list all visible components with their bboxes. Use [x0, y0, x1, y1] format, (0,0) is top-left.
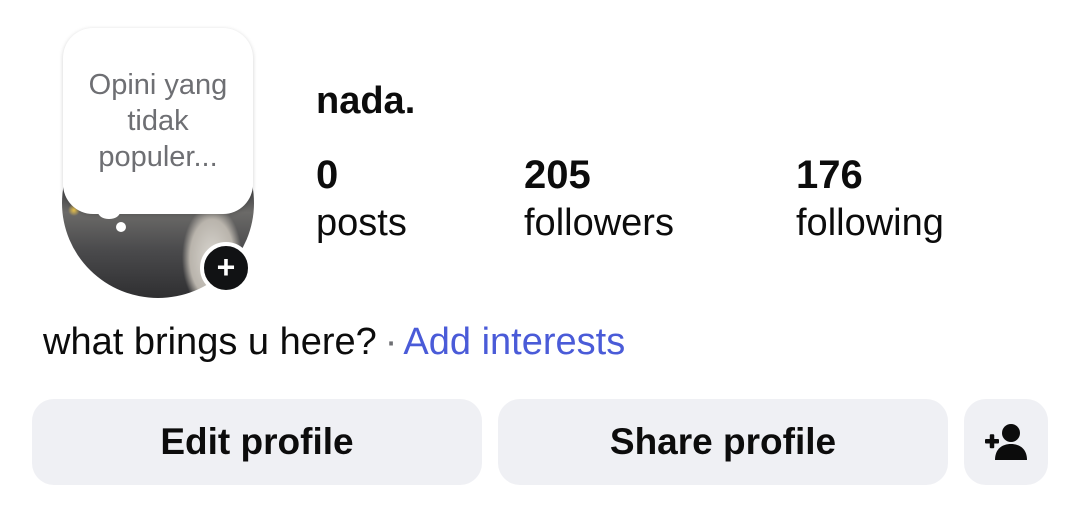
note-bubble[interactable]: Opini yang tidak populer...	[63, 28, 253, 214]
edit-profile-button[interactable]: Edit profile	[32, 399, 482, 485]
add-interests-link[interactable]: Add interests	[403, 321, 625, 363]
plus-icon: +	[216, 249, 236, 285]
edit-profile-label: Edit profile	[160, 421, 354, 462]
following-label: following	[796, 202, 944, 244]
username: nada.	[316, 80, 416, 122]
posts-label: posts	[316, 202, 407, 244]
share-profile-button[interactable]: Share profile	[498, 399, 948, 485]
followers-label: followers	[524, 202, 674, 244]
bio-separator: ·	[384, 321, 398, 363]
discover-people-button[interactable]	[964, 399, 1048, 485]
stat-followers[interactable]: 205 followers	[524, 152, 674, 248]
posts-count: 0	[316, 153, 339, 197]
bio: what brings u here? · Add interests	[43, 320, 625, 364]
note-text: Opini yang tidak populer...	[88, 69, 228, 173]
note-bubble-tail-small	[116, 222, 126, 232]
note-bubble-tail	[98, 205, 120, 219]
person-add-icon	[985, 424, 1027, 460]
stat-posts[interactable]: 0 posts	[316, 152, 407, 248]
bio-text: what brings u here?	[43, 321, 377, 363]
share-profile-label: Share profile	[609, 421, 837, 462]
add-story-button[interactable]: +	[200, 242, 252, 294]
followers-count: 205	[524, 153, 591, 197]
following-count: 176	[796, 153, 863, 197]
stat-following[interactable]: 176 following	[796, 152, 944, 248]
